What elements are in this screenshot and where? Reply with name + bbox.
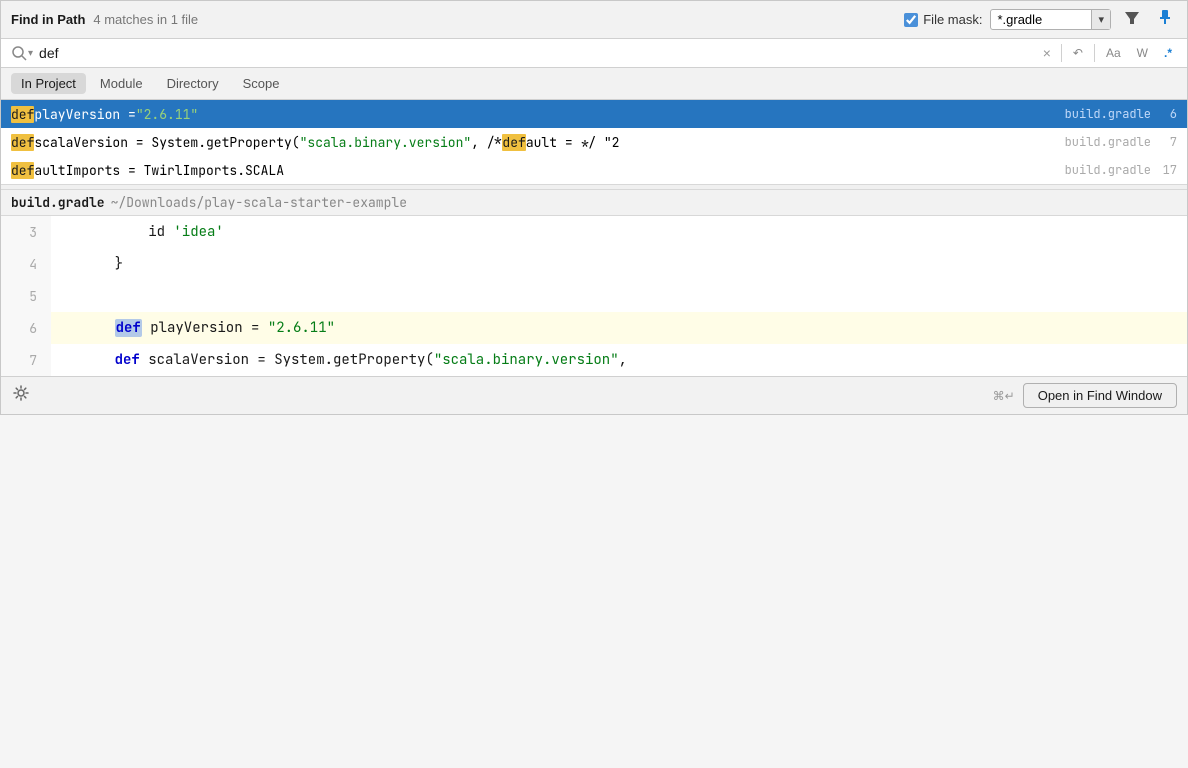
search-row: ▾ × ↶ Aa W .* xyxy=(1,39,1187,68)
file-mask-dropdown-btn[interactable]: ▾ xyxy=(1091,10,1110,29)
shortcut-cmd: ⌘↵ xyxy=(993,389,1015,403)
code-line: 7 def scalaVersion = System.getProperty(… xyxy=(1,344,1187,376)
pin-icon-btn[interactable] xyxy=(1153,7,1177,32)
code-line: 3 id 'idea' xyxy=(1,216,1187,248)
code-line: 5 xyxy=(1,280,1187,312)
preview-path: ~/Downloads/play-scala-starter-example xyxy=(111,194,407,211)
scope-row: In Project Module Directory Scope xyxy=(1,68,1187,100)
result-match-highlight: def xyxy=(11,106,34,123)
line-content: def scalaVersion = System.getProperty("s… xyxy=(51,351,627,369)
search-input[interactable] xyxy=(39,45,1033,61)
regex-btn[interactable]: .* xyxy=(1159,44,1177,62)
result-row[interactable]: def scalaVersion = System.getProperty( "… xyxy=(1,128,1187,156)
line-number: 3 xyxy=(1,216,51,248)
tab-scope[interactable]: Scope xyxy=(233,73,290,94)
pin-icon xyxy=(1158,10,1172,26)
header-row: Find in Path 4 matches in 1 file File ma… xyxy=(1,1,1187,39)
whole-word-btn[interactable]: W xyxy=(1132,44,1153,62)
line-number: 4 xyxy=(1,248,51,280)
filter-icon xyxy=(1124,10,1140,26)
file-mask-checkbox-wrap: File mask: xyxy=(904,12,982,27)
line-number: 7 xyxy=(1,344,51,376)
gear-btn[interactable] xyxy=(11,383,31,408)
preview-code: 3 id 'idea' 4 } 5 6 def playVersion = "2… xyxy=(1,216,1187,376)
tab-directory[interactable]: Directory xyxy=(157,73,229,94)
line-number: 5 xyxy=(1,280,51,312)
result-row[interactable]: def aultImports = TwirlImports.SCALA bui… xyxy=(1,156,1187,184)
open-in-find-btn[interactable]: Open in Find Window xyxy=(1023,383,1177,408)
file-mask-label: File mask: xyxy=(923,12,982,27)
search-clear-btn[interactable]: × xyxy=(1039,45,1055,61)
tab-module[interactable]: Module xyxy=(90,73,153,94)
line-number: 6 xyxy=(1,312,51,344)
restore-btn[interactable]: ↶ xyxy=(1068,44,1088,62)
gear-icon xyxy=(13,385,29,401)
line-content: id 'idea' xyxy=(51,223,224,241)
filter-icon-btn[interactable] xyxy=(1119,7,1145,32)
panel-title: Find in Path xyxy=(11,12,85,27)
code-line-highlighted: 6 def playVersion = "2.6.11" xyxy=(1,312,1187,344)
case-sensitive-btn[interactable]: Aa xyxy=(1101,44,1126,62)
preview-filename: build.gradle xyxy=(11,194,105,211)
line-content: def playVersion = "2.6.11" xyxy=(51,319,335,337)
search-icon: ▾ xyxy=(11,45,33,61)
match-count: 4 matches in 1 file xyxy=(93,12,198,27)
shortcut-hint: ⌘↵ xyxy=(993,389,1015,403)
find-in-path-panel: Find in Path 4 matches in 1 file File ma… xyxy=(0,0,1188,415)
code-line: 4 } xyxy=(1,248,1187,280)
result-row[interactable]: def playVersion = "2.6.11" build.gradle … xyxy=(1,100,1187,128)
file-mask-input[interactable] xyxy=(991,10,1091,29)
preview-section: build.gradle ~/Downloads/play-scala-star… xyxy=(1,190,1187,376)
file-mask-input-wrap: ▾ xyxy=(990,9,1111,30)
results-list: def playVersion = "2.6.11" build.gradle … xyxy=(1,100,1187,184)
tab-in-project[interactable]: In Project xyxy=(11,73,86,94)
file-mask-checkbox[interactable] xyxy=(904,13,918,27)
preview-header: build.gradle ~/Downloads/play-scala-star… xyxy=(1,190,1187,216)
footer-row: ⌘↵ Open in Find Window xyxy=(1,376,1187,414)
line-content: } xyxy=(51,255,123,273)
